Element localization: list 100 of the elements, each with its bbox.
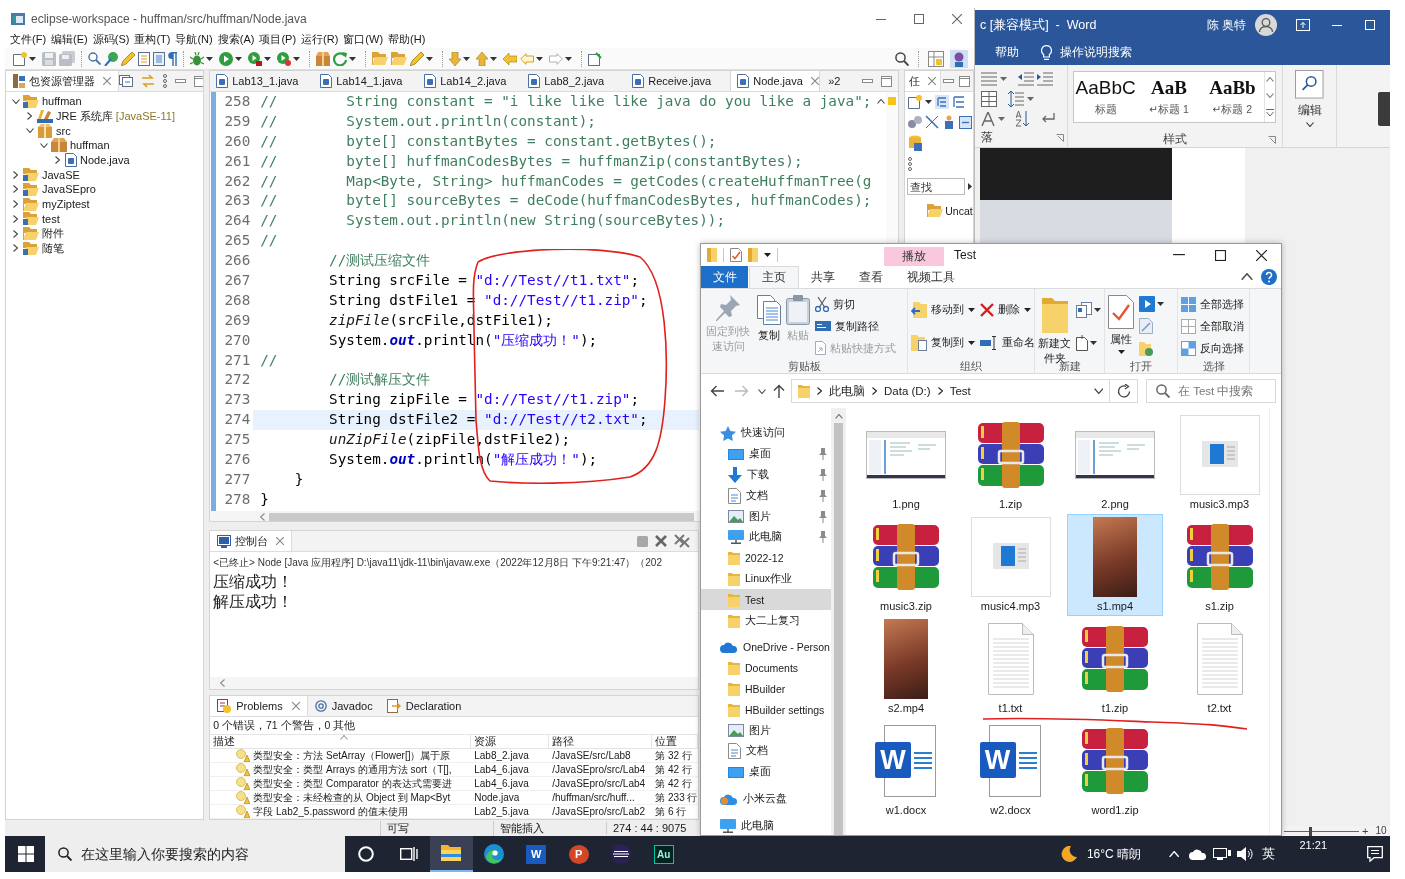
- view-tab[interactable]: 控制台: [210, 531, 293, 551]
- breadcrumb[interactable]: 此电脑: [829, 383, 865, 399]
- view-tab[interactable]: Problems: [210, 696, 308, 716]
- menu-item[interactable]: 搜索(A): [216, 31, 256, 47]
- taskbar-button[interactable]: W: [515, 836, 558, 872]
- user-name[interactable]: 陈 奥特: [1206, 16, 1246, 34]
- file-item[interactable]: 1.zip: [962, 412, 1059, 514]
- minimize-icon[interactable]: [1332, 24, 1342, 26]
- move-to-button[interactable]: 移动到: [911, 299, 975, 320]
- panel-handle[interactable]: [1378, 92, 1390, 126]
- scroll-left-icon[interactable]: [220, 679, 226, 687]
- scroll-up-icon[interactable]: [1266, 77, 1275, 83]
- search-hint[interactable]: 操作说明搜索: [1060, 44, 1132, 61]
- collapse-all-icon[interactable]: [119, 75, 133, 87]
- caret-icon[interactable]: [293, 56, 300, 61]
- dialog-launcher-icon[interactable]: [1056, 133, 1064, 142]
- style-button[interactable]: AaB ↵标题 1: [1137, 72, 1201, 122]
- paragraph-mark-icon[interactable]: [1041, 112, 1055, 125]
- perspective-icon[interactable]: [928, 50, 944, 67]
- view-menu-icon[interactable]: [163, 74, 167, 88]
- column-header[interactable]: 资源: [471, 735, 550, 748]
- file-item[interactable]: s1.zip: [1171, 514, 1268, 616]
- moon-icon[interactable]: [1060, 846, 1077, 862]
- file-item[interactable]: music3.mp3: [1171, 412, 1268, 514]
- caret-icon[interactable]: [1094, 307, 1101, 312]
- properties-button[interactable]: 属性: [1108, 293, 1134, 354]
- recent-locations-icon[interactable]: [758, 388, 766, 394]
- chevron-icon[interactable]: [817, 387, 822, 395]
- menu-item[interactable]: 编辑(E): [50, 31, 89, 47]
- view-tab[interactable]: 包资源管理器: [6, 71, 119, 91]
- breadcrumb[interactable]: Test: [949, 385, 971, 397]
- scroll-down-icon[interactable]: [1266, 93, 1275, 98]
- avatar-icon[interactable]: [1255, 14, 1277, 36]
- nav-item[interactable]: OneDrive - Person: [701, 636, 831, 658]
- nav-item[interactable]: 下载: [701, 464, 831, 486]
- chevron-up-icon[interactable]: [1169, 850, 1180, 858]
- dialog-launcher-icon[interactable]: [1268, 135, 1276, 144]
- nav-item[interactable]: 图片: [701, 720, 831, 741]
- database-icon[interactable]: [908, 135, 923, 151]
- nav-item[interactable]: 此电脑: [701, 527, 831, 548]
- crossed-lines-icon[interactable]: [925, 115, 940, 129]
- tree-item[interactable]: JavaSEpro: [6, 182, 204, 197]
- taskbar-button[interactable]: Au: [642, 836, 685, 872]
- caret-icon[interactable]: [536, 56, 543, 61]
- nav-item[interactable]: HBuilder: [701, 678, 831, 700]
- caret-icon[interactable]: [206, 56, 213, 61]
- menu-item[interactable]: 帮助(H): [387, 31, 427, 47]
- ribbon-tab[interactable]: 查看: [847, 266, 895, 288]
- tree-item[interactable]: src: [6, 123, 204, 139]
- collapse-ribbon-icon[interactable]: [1241, 273, 1253, 281]
- file-item[interactable]: 1.png: [858, 412, 954, 514]
- monitor-icon[interactable]: [1213, 848, 1232, 860]
- file-item[interactable]: music3.zip: [858, 514, 954, 616]
- file-item[interactable]: t1.zip: [1067, 616, 1163, 718]
- line-spacing-icon[interactable]: [1008, 90, 1024, 107]
- file-item[interactable]: word1.zip: [1067, 718, 1163, 820]
- sort-icon[interactable]: [1016, 110, 1030, 127]
- scroll-left-icon[interactable]: [260, 513, 266, 521]
- more-styles-icon[interactable]: [1266, 108, 1275, 117]
- file-item[interactable]: t2.txt: [1171, 616, 1268, 718]
- file-item[interactable]: 2.png: [1067, 412, 1163, 514]
- play-square-icon[interactable]: [1139, 296, 1155, 312]
- close-icon[interactable]: [1256, 249, 1267, 261]
- cut-button[interactable]: 剪切: [815, 294, 897, 314]
- run-tool-icon[interactable]: [277, 51, 291, 66]
- bug-icon[interactable]: [190, 51, 204, 66]
- tree-item[interactable]: JRE 系统库 [JavaSE-11]: [6, 108, 204, 124]
- caret-icon[interactable]: [1117, 349, 1125, 354]
- menu-item[interactable]: 运行(R): [300, 31, 340, 47]
- caret-icon[interactable]: [968, 307, 975, 312]
- window-icon[interactable]: [588, 51, 602, 66]
- file-item[interactable]: s2.mp4: [858, 616, 954, 718]
- document-icon[interactable]: [138, 51, 150, 66]
- search-field[interactable]: 在 Test 中搜索: [1146, 379, 1276, 403]
- more-tabs-button[interactable]: »2: [828, 75, 841, 87]
- view-tab[interactable]: Javadoc: [307, 696, 380, 716]
- scrollbar-thumb[interactable]: [269, 513, 695, 521]
- taskbar-button[interactable]: P: [557, 836, 600, 872]
- file-item[interactable]: t1.txt: [962, 616, 1059, 718]
- select-all-button[interactable]: 全部选择: [1181, 294, 1244, 314]
- caret-icon[interactable]: [490, 56, 497, 61]
- address-bar[interactable]: 此电脑 Data (D:) Test: [791, 379, 1111, 403]
- ribbon-tab[interactable]: 视频工具: [899, 266, 963, 288]
- caret-icon[interactable]: [426, 56, 433, 61]
- column-header[interactable]: 位置: [652, 735, 699, 748]
- menu-item[interactable]: 窗口(W): [342, 31, 385, 47]
- column-header[interactable]: 描述: [210, 735, 472, 748]
- search-file-icon[interactable]: [88, 52, 101, 65]
- remove-icon[interactable]: [655, 535, 668, 547]
- editor-tab[interactable]: Lab14_1.java: [314, 71, 419, 91]
- invert-selection-button[interactable]: 反向选择: [1181, 338, 1244, 358]
- tree-item[interactable]: huffman: [6, 138, 204, 153]
- list-view-icon[interactable]: [952, 95, 967, 109]
- search-field[interactable]: 在这里输入你要搜索的内容: [45, 836, 345, 872]
- pencil-icon[interactable]: [121, 51, 135, 66]
- nav-item[interactable]: 此电脑: [701, 815, 831, 835]
- clock[interactable]: 21:21: [1299, 839, 1327, 851]
- editor-tab[interactable]: Lab13_1.java: [210, 71, 315, 91]
- editor-tab[interactable]: Node.java: [730, 71, 821, 91]
- spheres-icon[interactable]: [908, 116, 923, 128]
